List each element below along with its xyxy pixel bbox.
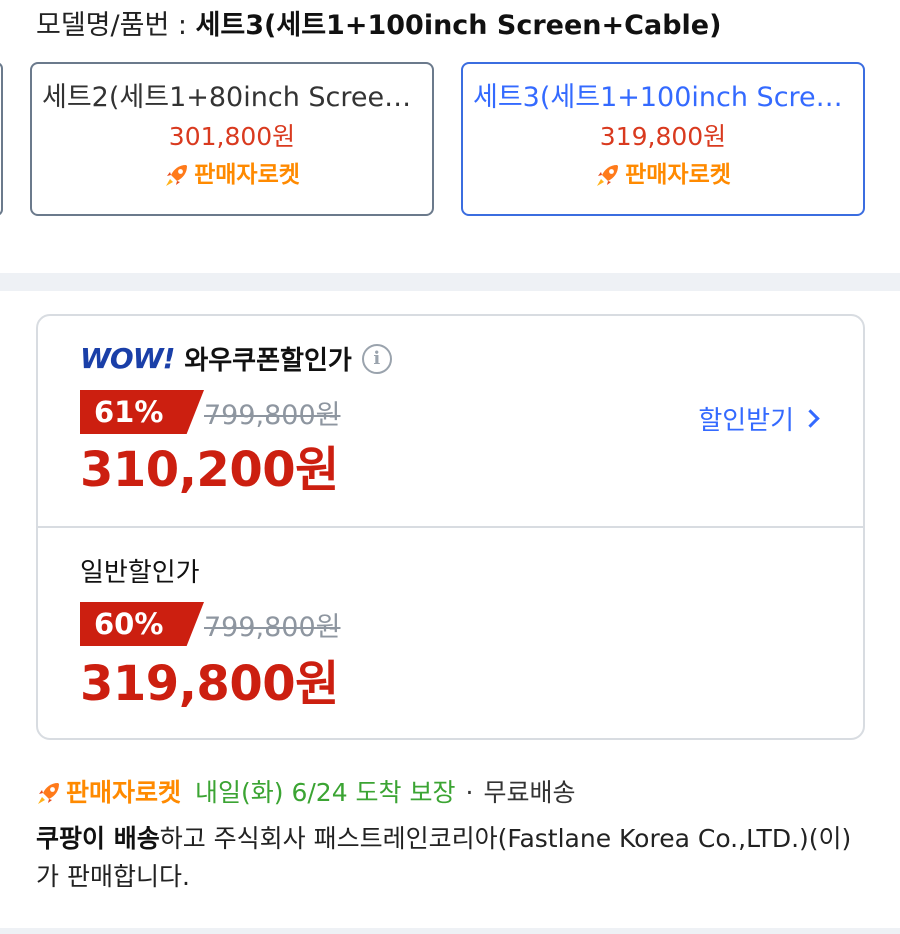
separator-dot: · xyxy=(465,778,474,807)
discount-rate-badge: 60% xyxy=(80,602,204,646)
general-discount-row: 60% 799,800원 xyxy=(80,602,341,646)
bottom-separator xyxy=(0,928,900,934)
model-number-line: 모델명/품번 : 세트3(세트1+100inch Screen+Cable) xyxy=(36,8,721,44)
option-price: 301,800원 xyxy=(168,122,296,151)
chevron-right-icon xyxy=(801,409,820,428)
rocket-icon xyxy=(597,165,619,186)
get-discount-button[interactable]: 할인받기 xyxy=(698,400,820,437)
price-box: WOW! 와우쿠폰할인가 i 61% 799,800원 310,200원 할인받… xyxy=(36,314,865,740)
option-card-set3-selected[interactable]: 세트3(세트1+100inch Screen+Cable) 319,800원 판… xyxy=(461,62,865,216)
divider xyxy=(38,526,863,528)
original-price: 799,800원 xyxy=(204,399,341,431)
info-icon[interactable]: i xyxy=(361,343,392,374)
seller-rocket-badge: 판매자로켓 xyxy=(36,774,181,812)
wow-coupon-title: 와우쿠폰할인가 xyxy=(184,346,352,376)
wow-discount-row: 61% 799,800원 xyxy=(80,390,341,434)
seller-rocket-badge: 판매자로켓 xyxy=(595,156,731,194)
model-value: 세트3(세트1+100inch Screen+Cable) xyxy=(195,10,722,41)
rocket-icon xyxy=(166,165,188,186)
general-final-price: 319,800원 xyxy=(80,656,339,712)
option-card-previous-edge[interactable] xyxy=(0,62,3,216)
seller-info: 쿠팡이 배송하고 주식회사 패스트레인코리아(Fastlane Korea Co… xyxy=(36,820,866,896)
seller-rocket-label: 판매자로켓 xyxy=(625,162,731,188)
option-name: 세트3(세트1+100inch Screen+Cable) xyxy=(473,82,863,113)
shipping-info: 판매자로켓 내일(화) 6/24 도착 보장 · 무료배송 xyxy=(36,774,575,812)
option-card-set2[interactable]: 세트2(세트1+80inch Screen+Cable) 301,800원 판매… xyxy=(30,62,434,216)
wow-final-price: 310,200원 xyxy=(80,442,339,498)
original-price: 799,800원 xyxy=(204,611,341,643)
arrival-guarantee: 내일(화) 6/24 도착 보장 xyxy=(195,778,456,807)
seller-rocket-label: 판매자로켓 xyxy=(194,162,300,188)
free-shipping: 무료배송 xyxy=(483,778,576,807)
option-price: 319,800원 xyxy=(599,122,727,151)
rocket-icon xyxy=(38,783,59,804)
wow-coupon-header: WOW! 와우쿠폰할인가 i xyxy=(80,340,392,377)
section-separator xyxy=(0,273,900,291)
discount-rate-badge: 61% xyxy=(80,390,204,434)
general-discount-title: 일반할인가 xyxy=(80,558,200,588)
option-name: 세트2(세트1+80inch Screen+Cable) xyxy=(42,82,432,113)
seller-rocket-label: 판매자로켓 xyxy=(66,778,182,807)
coupang-delivery: 쿠팡이 배송 xyxy=(36,824,160,853)
get-discount-label: 할인받기 xyxy=(698,406,794,436)
wow-logo: WOW! xyxy=(80,342,175,375)
model-label: 모델명/품번 : xyxy=(36,10,196,41)
seller-rocket-badge: 판매자로켓 xyxy=(164,156,300,194)
